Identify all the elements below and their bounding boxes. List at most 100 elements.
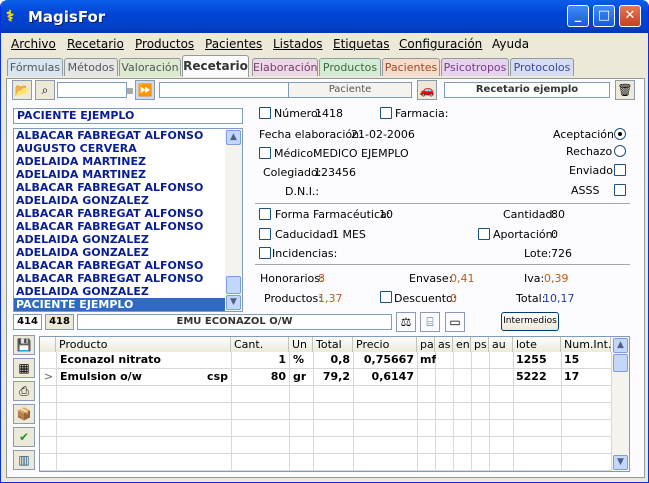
column-header-precio[interactable]: Precio — [353, 337, 417, 352]
cell-lote[interactable]: 1255 — [516, 353, 547, 366]
cell-un[interactable]: % — [293, 353, 304, 366]
cell-lote[interactable]: 5222 — [516, 370, 547, 383]
column-header-numint[interactable]: Num.Int. — [561, 337, 611, 352]
grid-scrollbar[interactable]: ▲ ▼ — [612, 337, 629, 471]
column-header-ps[interactable]: ps — [471, 337, 489, 352]
tab-productos[interactable]: Productos — [319, 58, 381, 76]
recetario-field[interactable]: Recetario ejemplo — [444, 82, 610, 98]
intermedios-button[interactable]: Intermedios — [501, 312, 559, 331]
list-item[interactable]: ADELAIDA GONZALEZ — [14, 233, 242, 246]
tab-metodos[interactable]: Métodos — [64, 58, 118, 76]
list-item[interactable]: ALBACAR FABREGAT ALFONSO — [14, 181, 242, 194]
minimize-button[interactable]: _ — [567, 5, 589, 27]
menu-pacientes[interactable]: Pacientes — [205, 37, 262, 51]
fast-forward-icon[interactable]: ⏩ — [135, 80, 155, 100]
menu-etiquetas[interactable]: Etiquetas — [333, 37, 390, 51]
search-field[interactable] — [57, 82, 127, 98]
forma-checkbox[interactable] — [259, 208, 271, 220]
list-item[interactable]: ALBACAR FABREGAT ALFONSO — [14, 129, 242, 142]
column-header-cant[interactable]: Cant. — [231, 337, 289, 352]
paciente-field[interactable]: Paciente — [288, 82, 412, 98]
medico-checkbox[interactable] — [259, 147, 271, 159]
cell-precio[interactable]: 0,75667 — [354, 353, 414, 366]
list-item[interactable]: ALBACAR FABREGAT ALFONSO — [14, 220, 242, 233]
cell-cant[interactable]: 1 — [232, 353, 286, 366]
list-item[interactable]: ALBACAR FABREGAT ALFONSO — [14, 207, 242, 220]
menu-configuracion[interactable]: Configuración — [399, 37, 482, 51]
scroll-thumb[interactable] — [226, 276, 241, 294]
aceptacion-radio[interactable] — [614, 128, 626, 140]
test-tubes-icon[interactable]: ⌸ — [420, 312, 440, 332]
car-delivery-icon[interactable]: 🚗 — [417, 80, 437, 100]
column-header-en[interactable]: en — [453, 337, 471, 352]
table-row[interactable]: Econazol nitrato 1 % 0,8 0,75667 mf 1255… — [40, 352, 612, 368]
cell-total[interactable]: 0,8 — [314, 353, 351, 366]
list-item[interactable]: AUGUSTO CERVERA — [14, 142, 242, 155]
list-item[interactable]: ADELAIDA MARTINEZ — [14, 155, 242, 168]
tab-pacientes[interactable]: Pacientes — [382, 58, 440, 76]
trash-icon[interactable]: 🗑 — [615, 80, 635, 100]
formula-code-2[interactable]: 418 — [45, 314, 74, 330]
enviado-checkbox[interactable] — [614, 164, 626, 176]
menu-ayuda[interactable]: Ayuda — [492, 37, 529, 51]
numero-checkbox[interactable] — [259, 107, 271, 119]
patient-list-scrollbar[interactable]: ▲ ▼ — [225, 129, 242, 311]
balance-scale-icon[interactable]: ⚖ — [396, 312, 416, 332]
column-header-pa[interactable]: pa — [417, 337, 435, 352]
scroll-up-icon[interactable]: ▲ — [226, 130, 241, 145]
caducidad-checkbox[interactable] — [259, 228, 271, 240]
menu-recetario[interactable]: Recetario — [67, 37, 124, 51]
print-icon[interactable]: ⎙ — [13, 381, 35, 401]
tab-recetario[interactable]: Recetario — [182, 55, 249, 77]
formula-code-1[interactable]: 414 — [13, 314, 42, 330]
formula-name-field[interactable]: EMU ECONAZOL O/W — [77, 314, 392, 330]
scroll-down-icon[interactable]: ▼ — [613, 455, 628, 470]
patient-list[interactable]: ALBACAR FABREGAT ALFONSO AUGUSTO CERVERA… — [13, 128, 243, 312]
cell-producto[interactable]: Emulsion o/w — [60, 370, 142, 383]
list-item[interactable]: ADELAIDA GONZALEZ — [14, 285, 242, 298]
scroll-up-icon[interactable]: ▲ — [613, 338, 628, 353]
cell-total[interactable]: 79,2 — [314, 370, 350, 383]
list-item[interactable]: ALBACAR FABREGAT ALFONSO — [14, 259, 242, 272]
aportacion-checkbox[interactable] — [478, 228, 490, 240]
scroll-thumb[interactable] — [613, 354, 628, 372]
tab-protocolos[interactable]: Protocolos — [510, 58, 574, 76]
table-row[interactable]: > Emulsion o/w csp 80 gr 79,2 0,6147 522… — [40, 369, 612, 385]
column-header-as[interactable]: as — [435, 337, 453, 352]
column-header-un[interactable]: Un — [289, 337, 313, 352]
asss-checkbox[interactable] — [614, 184, 626, 196]
descuento-checkbox[interactable] — [380, 291, 392, 303]
cell-extra[interactable]: csp — [200, 370, 228, 383]
title-bar[interactable]: ⚕ MagisFor _ □ ✕ — [1, 0, 648, 33]
column-header-producto[interactable]: Producto — [56, 337, 231, 352]
farmacia-checkbox[interactable] — [380, 107, 392, 119]
book-icon[interactable]: ▥ — [13, 450, 35, 470]
menu-archivo[interactable]: Archivo — [11, 37, 56, 51]
list-item[interactable]: ADELAIDA MARTINEZ — [14, 168, 242, 181]
cell-un[interactable]: gr — [293, 370, 306, 383]
cell-producto[interactable]: Econazol nitrato — [60, 353, 161, 366]
close-button[interactable]: ✕ — [619, 5, 641, 27]
product-grid[interactable]: Producto Cant. Un Total Precio pa as en … — [39, 336, 630, 472]
scroll-down-icon[interactable]: ▼ — [226, 295, 241, 310]
patient-search-input[interactable]: PACIENTE EJEMPLO — [13, 108, 243, 124]
maximize-button[interactable]: □ — [593, 5, 615, 27]
incidencias-checkbox[interactable] — [259, 247, 271, 259]
column-header-au[interactable]: au — [489, 337, 513, 352]
binoculars-search-icon[interactable]: ⌕ — [35, 80, 55, 100]
cell-cant[interactable]: 80 — [232, 370, 286, 383]
checkmark-icon[interactable]: ✔ — [13, 427, 35, 447]
column-header-total[interactable]: Total — [313, 337, 353, 352]
monitor-icon[interactable]: ▭ — [445, 312, 465, 332]
menu-productos[interactable]: Productos — [135, 37, 194, 51]
save-icon[interactable]: 💾 — [13, 335, 35, 355]
cell-numint[interactable]: 17 — [564, 370, 579, 383]
tab-formulas[interactable]: Fórmulas — [7, 58, 63, 76]
grid-table-icon[interactable]: ▦ — [13, 358, 35, 378]
box-icon[interactable]: 📦 — [13, 404, 35, 424]
list-item[interactable]: ALBACAR FABREGAT ALFONSO — [14, 272, 242, 285]
tab-valoracion[interactable]: Valoración — [119, 58, 181, 76]
cell-precio[interactable]: 0,6147 — [354, 370, 414, 383]
cell-numint[interactable]: 15 — [564, 353, 579, 366]
menu-listados[interactable]: Listados — [273, 37, 323, 51]
